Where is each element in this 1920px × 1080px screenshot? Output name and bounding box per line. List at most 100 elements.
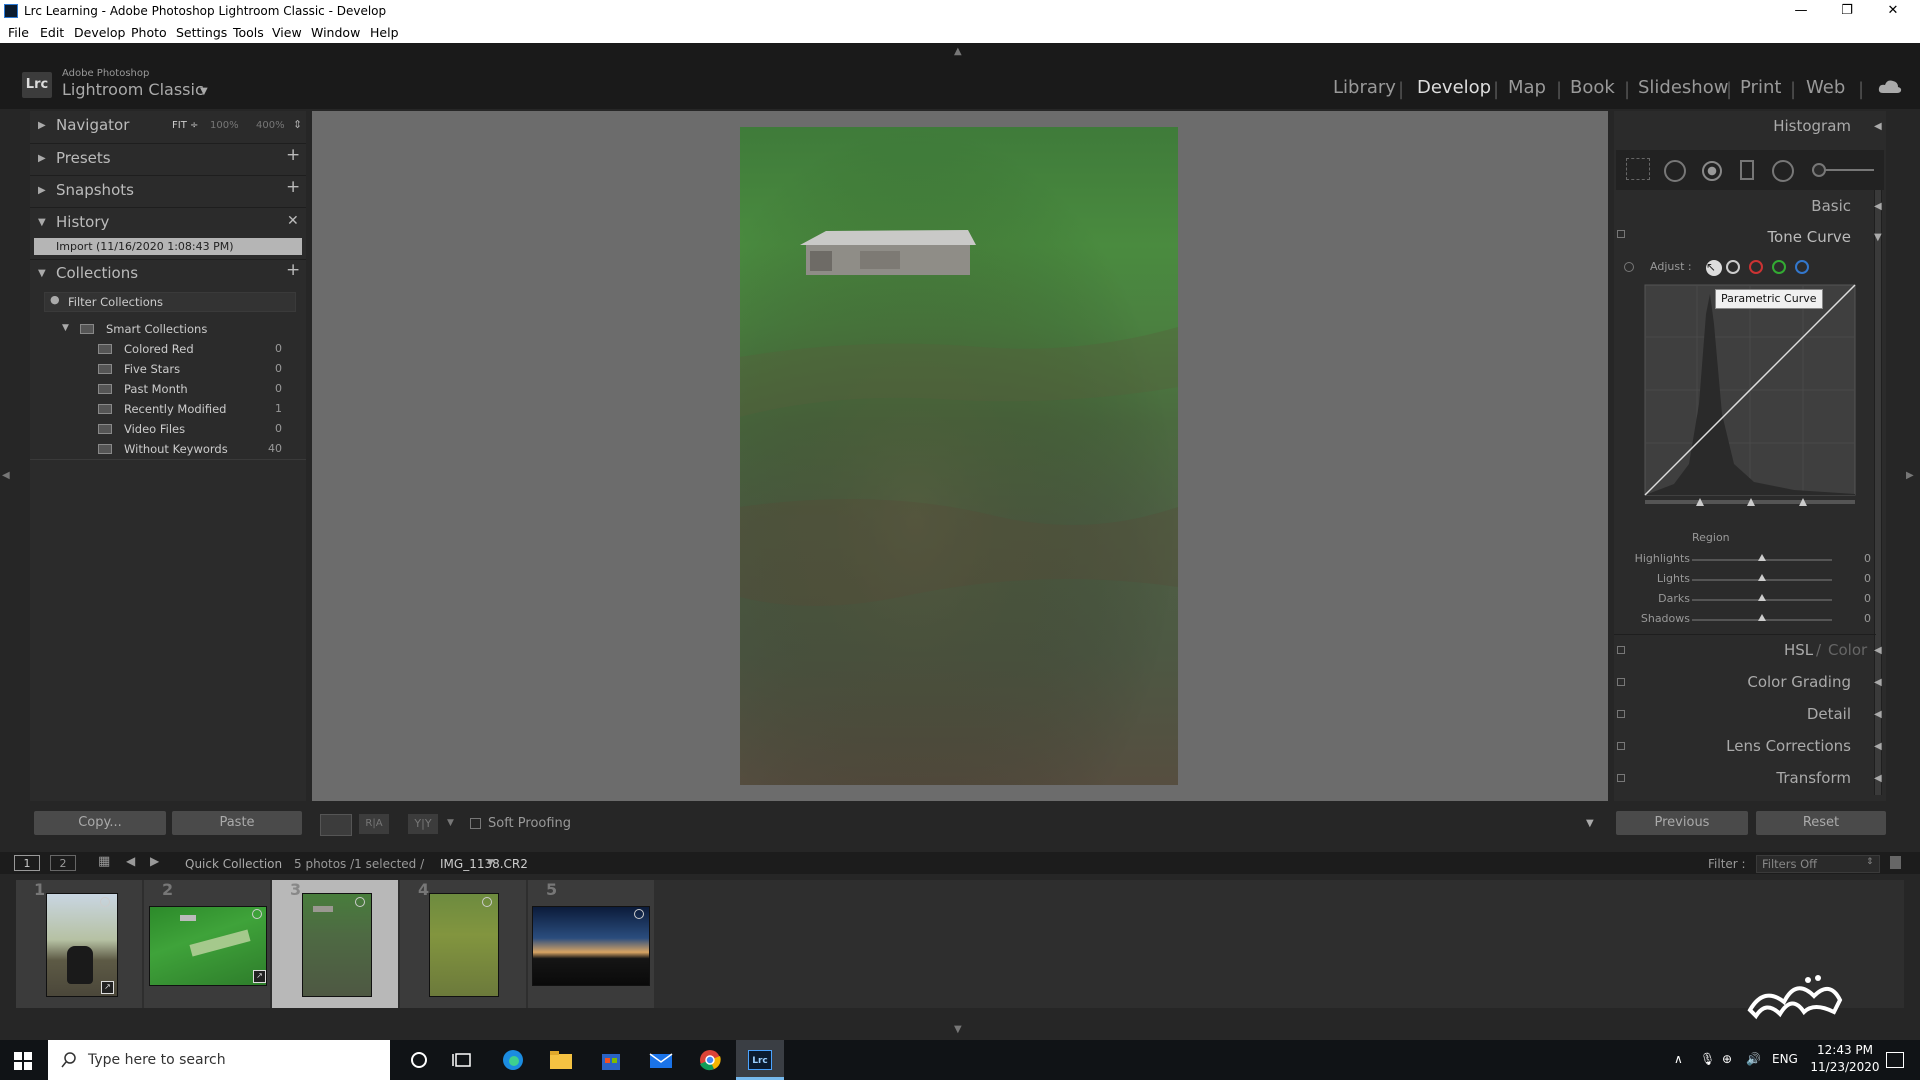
filename-dropdown-icon[interactable]: ▼ bbox=[487, 858, 494, 868]
green-channel-icon[interactable] bbox=[1772, 260, 1786, 274]
quick-collection-icon[interactable] bbox=[482, 897, 492, 907]
color-tab[interactable]: Color bbox=[1828, 641, 1867, 659]
module-book[interactable]: Book bbox=[1570, 77, 1615, 98]
history-title[interactable]: History bbox=[56, 213, 109, 231]
zoom-fit[interactable]: FIT ÷ bbox=[172, 120, 198, 131]
collection-item[interactable]: Video Files bbox=[124, 422, 185, 436]
quick-collection-icon[interactable] bbox=[252, 909, 262, 919]
spot-removal-icon[interactable] bbox=[1664, 160, 1686, 182]
forward-arrow-icon[interactable]: ▶ bbox=[150, 854, 159, 868]
toolbar-menu-icon[interactable]: ▼ bbox=[1586, 818, 1594, 829]
quick-collection-icon[interactable] bbox=[355, 897, 365, 907]
quick-collection-icon[interactable] bbox=[100, 897, 110, 907]
tone-curve-graph[interactable] bbox=[1644, 284, 1858, 506]
brush-tool-knob[interactable] bbox=[1812, 163, 1826, 177]
clock-time[interactable]: 12:43 PM bbox=[1810, 1043, 1880, 1057]
graduated-filter-icon[interactable] bbox=[1740, 160, 1754, 180]
add-preset-icon[interactable]: + bbox=[286, 145, 300, 165]
lens-corrections-title[interactable]: Lens Corrections bbox=[1726, 737, 1851, 755]
collection-item[interactable]: Recently Modified bbox=[124, 402, 226, 416]
color-grading-title[interactable]: Color Grading bbox=[1747, 673, 1851, 691]
collapse-icon[interactable]: ▼ bbox=[62, 323, 69, 333]
menu-edit[interactable]: Edit bbox=[40, 25, 64, 40]
filmstrip-source[interactable]: Quick Collection bbox=[185, 857, 282, 871]
red-channel-icon[interactable] bbox=[1749, 260, 1763, 274]
minimize-button[interactable]: — bbox=[1778, 0, 1824, 22]
expand-icon[interactable]: ▶ bbox=[38, 153, 46, 164]
panel-toggle-icon[interactable] bbox=[1617, 646, 1625, 654]
highlights-slider-knob[interactable] bbox=[1758, 554, 1766, 561]
edited-badge-icon[interactable]: ↗ bbox=[253, 970, 266, 983]
module-library[interactable]: Library bbox=[1333, 77, 1396, 98]
collection-item[interactable]: Five Stars bbox=[124, 362, 180, 376]
basic-title[interactable]: Basic bbox=[1811, 197, 1851, 215]
expand-icon[interactable]: ◀ bbox=[1874, 741, 1882, 752]
crop-tool-icon[interactable] bbox=[1626, 158, 1650, 180]
restore-button[interactable]: ❐ bbox=[1824, 0, 1870, 22]
loupe-view-icon[interactable] bbox=[320, 814, 352, 836]
presets-title[interactable]: Presets bbox=[56, 149, 111, 167]
language-indicator[interactable]: ENG bbox=[1772, 1052, 1798, 1066]
add-snapshot-icon[interactable]: + bbox=[286, 177, 300, 197]
previous-button[interactable]: Previous bbox=[1616, 811, 1748, 835]
collapse-icon[interactable]: ▼ bbox=[38, 217, 46, 228]
before-after-icon[interactable]: R|A bbox=[359, 814, 389, 834]
blue-channel-icon[interactable] bbox=[1795, 260, 1809, 274]
hsl-tab[interactable]: HSL bbox=[1784, 641, 1813, 659]
filter-dropdown-icon[interactable]: ⇕ bbox=[1866, 857, 1874, 867]
menu-photo[interactable]: Photo bbox=[131, 25, 167, 40]
close-button[interactable]: ✕ bbox=[1870, 0, 1916, 22]
highlights-value[interactable]: 0 bbox=[1864, 552, 1871, 565]
point-curve-rgb-icon[interactable] bbox=[1726, 260, 1740, 274]
menu-develop[interactable]: Develop bbox=[74, 25, 125, 40]
menu-view[interactable]: View bbox=[272, 25, 302, 40]
microphone-icon[interactable]: 🎙 bbox=[1700, 1052, 1715, 1066]
module-develop[interactable]: Develop bbox=[1417, 77, 1491, 98]
menu-settings[interactable]: Settings bbox=[176, 25, 227, 40]
mail-icon[interactable] bbox=[648, 1048, 674, 1072]
paste-button[interactable]: Paste bbox=[172, 811, 302, 835]
zoom-400[interactable]: 400% bbox=[256, 120, 285, 131]
panel-toggle-icon[interactable] bbox=[1617, 710, 1625, 718]
task-view-icon[interactable] bbox=[450, 1048, 476, 1072]
collapse-bottom-arrow[interactable]: ▼ bbox=[954, 1024, 962, 1035]
collection-item[interactable]: Colored Red bbox=[124, 342, 194, 356]
lock-icon[interactable] bbox=[1890, 856, 1901, 869]
grid-view-icon[interactable]: ▦ bbox=[98, 854, 110, 869]
navigator-title[interactable]: Navigator bbox=[56, 116, 129, 134]
targeted-adjustment-icon[interactable] bbox=[1624, 262, 1634, 272]
expand-icon[interactable]: ▶ bbox=[38, 185, 46, 196]
darks-value[interactable]: 0 bbox=[1864, 592, 1871, 605]
windows-start-icon[interactable] bbox=[14, 1052, 32, 1070]
red-eye-icon[interactable] bbox=[1702, 161, 1722, 181]
thumbnail-selected[interactable] bbox=[302, 893, 372, 997]
clock-date[interactable]: 11/23/2020 bbox=[1810, 1060, 1880, 1074]
thumbnail[interactable] bbox=[429, 893, 499, 997]
expand-icon[interactable]: ◀ bbox=[1874, 645, 1882, 656]
quick-collection-icon[interactable] bbox=[634, 909, 644, 919]
lights-slider-knob[interactable] bbox=[1758, 574, 1766, 581]
collection-item[interactable]: Without Keywords bbox=[124, 442, 228, 456]
darks-slider-knob[interactable] bbox=[1758, 594, 1766, 601]
menu-file[interactable]: File bbox=[8, 25, 29, 40]
collection-item[interactable]: Past Month bbox=[124, 382, 188, 396]
tone-curve-title[interactable]: Tone Curve bbox=[1767, 228, 1851, 246]
cloud-sync-icon[interactable] bbox=[1878, 78, 1902, 96]
collapse-left-arrow[interactable]: ◀ bbox=[2, 470, 10, 481]
transform-title[interactable]: Transform bbox=[1776, 769, 1851, 787]
shadows-value[interactable]: 0 bbox=[1864, 612, 1871, 625]
network-icon[interactable]: ⊕ bbox=[1722, 1052, 1732, 1066]
brand-dropdown-icon[interactable]: ▼ bbox=[200, 86, 208, 97]
expand-icon[interactable]: ▶ bbox=[38, 120, 46, 131]
smart-collections-group[interactable]: Smart Collections bbox=[106, 322, 207, 336]
clear-history-icon[interactable]: ✕ bbox=[287, 213, 299, 229]
cortana-icon[interactable] bbox=[406, 1048, 432, 1072]
module-print[interactable]: Print bbox=[1740, 77, 1781, 98]
thumbnail[interactable] bbox=[532, 906, 650, 986]
filmstrip-filename[interactable]: IMG_1138.CR2 bbox=[440, 857, 528, 871]
menu-window[interactable]: Window bbox=[311, 25, 360, 40]
before-after-dropdown-icon[interactable]: ▼ bbox=[447, 818, 454, 828]
store-icon[interactable] bbox=[598, 1048, 624, 1072]
module-slideshow[interactable]: Slideshow bbox=[1638, 77, 1728, 98]
zoom-100[interactable]: 100% bbox=[210, 120, 239, 131]
